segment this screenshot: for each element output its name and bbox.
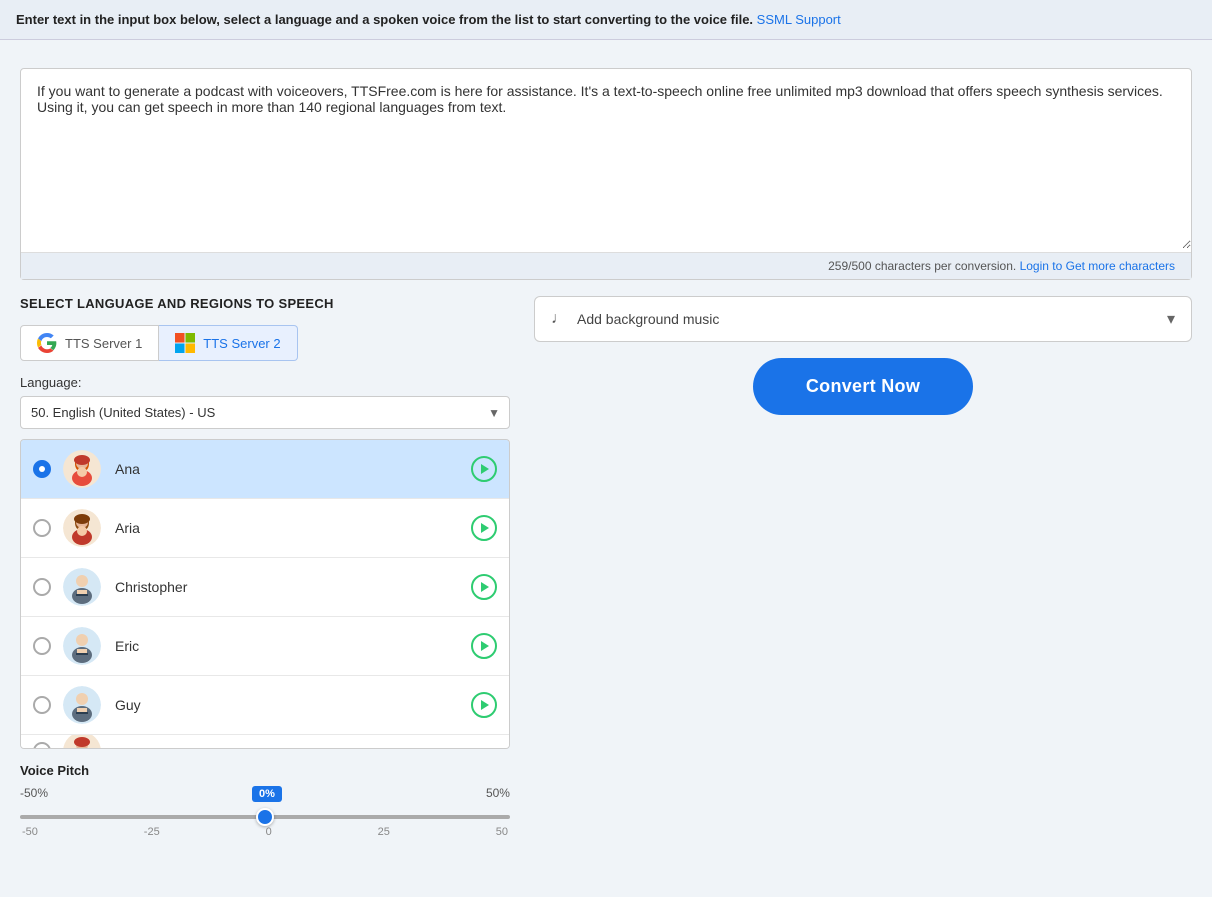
voice-item-eric[interactable]: Eric — [21, 617, 509, 676]
voices-list: Ana — [20, 439, 510, 749]
play-button-ana[interactable] — [471, 456, 497, 482]
pitch-range-labels: -50% 0% 50% — [20, 786, 510, 802]
voice-name-ana: Ana — [115, 461, 471, 477]
voice-avatar-guy — [63, 686, 101, 724]
pitch-slider[interactable] — [20, 815, 510, 819]
instruction-text: Enter text in the input box below, selec… — [16, 12, 753, 27]
voice-name-guy: Guy — [115, 697, 471, 713]
voice-radio-christopher — [33, 578, 51, 596]
voice-avatar-eric — [63, 627, 101, 665]
right-panel: ♩ Add background music ▾ Convert Now — [534, 296, 1192, 838]
server-tabs: TTS Server 1 TTS Server 2 — [20, 325, 510, 361]
music-note-icon: ♩ — [551, 310, 567, 328]
server2-label: TTS Server 2 — [203, 336, 280, 351]
login-link[interactable]: Login to Get more characters — [1020, 259, 1175, 273]
server1-label: TTS Server 1 — [65, 336, 142, 351]
play-button-christopher[interactable] — [471, 574, 497, 600]
voice-item-guy[interactable]: Guy — [21, 676, 509, 735]
text-input[interactable] — [21, 69, 1191, 249]
char-count-bar: 259/500 characters per conversion. Login… — [21, 252, 1191, 279]
ssml-support-link[interactable]: SSML Support — [757, 12, 841, 27]
voice-radio-partial — [33, 742, 51, 749]
language-select-wrapper: 50. English (United States) - US ▼ — [20, 396, 510, 429]
server-tab-1[interactable]: TTS Server 1 — [20, 325, 159, 361]
voice-item-ana[interactable]: Ana — [21, 440, 509, 499]
voice-avatar-aria — [63, 509, 101, 547]
server-tab-2[interactable]: TTS Server 2 — [159, 325, 297, 361]
tick-minus25: -25 — [144, 826, 160, 838]
bg-music-bar[interactable]: ♩ Add background music ▾ — [534, 296, 1192, 342]
voice-name-aria: Aria — [115, 520, 471, 536]
voice-item-partial[interactable]: - — [21, 735, 509, 749]
voice-item-aria[interactable]: Aria — [21, 499, 509, 558]
pitch-value-badge: 0% — [252, 786, 282, 802]
pitch-slider-wrapper — [20, 806, 510, 822]
voice-pitch-section: Voice Pitch -50% 0% 50% -50 -25 0 25 50 — [20, 763, 510, 838]
microsoft-icon — [175, 333, 195, 353]
voice-avatar-partial — [63, 735, 101, 749]
char-count-text: 259/500 characters per conversion. — [828, 259, 1016, 273]
section-title: SELECT LANGUAGE AND REGIONS TO SPEECH — [20, 296, 510, 311]
voice-name-eric: Eric — [115, 638, 471, 654]
pitch-ticks: -50 -25 0 25 50 — [20, 826, 510, 838]
instruction-bar: Enter text in the input box below, selec… — [0, 0, 1212, 40]
text-input-section: 259/500 characters per conversion. Login… — [20, 68, 1192, 280]
voice-item-christopher[interactable]: Christopher — [21, 558, 509, 617]
voice-radio-aria — [33, 519, 51, 537]
play-button-eric[interactable] — [471, 633, 497, 659]
pitch-label: Voice Pitch — [20, 763, 510, 778]
bg-music-left: ♩ Add background music — [551, 310, 719, 328]
pitch-min-label: -50% — [20, 786, 48, 802]
language-select[interactable]: 50. English (United States) - US — [20, 396, 510, 429]
language-label: Language: — [20, 375, 510, 390]
voice-name-christopher: Christopher — [115, 579, 471, 595]
voice-radio-guy — [33, 696, 51, 714]
voice-avatar-christopher — [63, 568, 101, 606]
bg-music-label: Add background music — [577, 311, 719, 327]
tick-0: 0 — [266, 826, 272, 838]
convert-button[interactable]: Convert Now — [753, 358, 973, 415]
pitch-max-label: 50% — [486, 786, 510, 802]
voice-radio-ana — [33, 460, 51, 478]
chevron-down-icon: ▾ — [1167, 309, 1175, 329]
voice-avatar-ana — [63, 450, 101, 488]
google-icon — [37, 333, 57, 353]
tick-minus50: -50 — [22, 826, 38, 838]
tick-50: 50 — [496, 826, 508, 838]
play-button-guy[interactable] — [471, 692, 497, 718]
left-panel: SELECT LANGUAGE AND REGIONS TO SPEECH TT… — [20, 296, 510, 838]
tick-25: 25 — [378, 826, 390, 838]
voice-radio-eric — [33, 637, 51, 655]
play-button-aria[interactable] — [471, 515, 497, 541]
voice-name-partial: - — [115, 743, 497, 749]
